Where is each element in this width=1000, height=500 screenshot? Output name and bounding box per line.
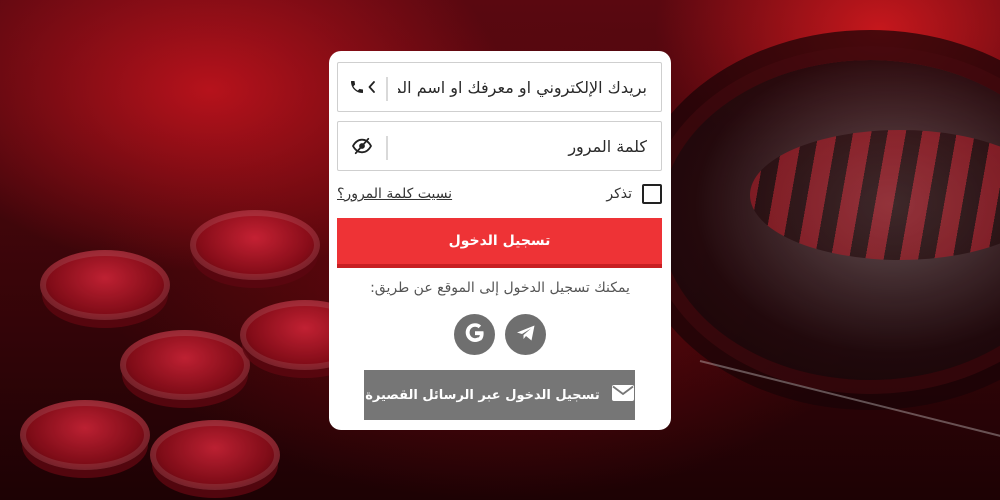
password-field	[337, 121, 662, 171]
envelope-icon	[611, 385, 634, 405]
field-divider	[386, 136, 388, 160]
telegram-icon	[514, 321, 538, 349]
phone-icon	[349, 79, 365, 95]
google-icon	[462, 320, 488, 350]
sms-login-button[interactable]: تسجيل الدخول عبر الرسائل القصيرة	[364, 370, 635, 420]
telegram-login-button[interactable]	[505, 314, 546, 355]
casino-chip-image	[20, 400, 150, 470]
password-input[interactable]	[394, 122, 661, 170]
login-button[interactable]: تسجيل الدخول	[337, 218, 662, 268]
remember-checkbox[interactable]	[642, 184, 662, 204]
casino-chip-image	[150, 420, 280, 490]
login-input[interactable]	[394, 63, 661, 111]
eye-slash-icon	[351, 137, 373, 155]
login-card: نسيت كلمة المرور؟ تذكر تسجيل الدخول يمكن…	[329, 51, 671, 430]
google-login-button[interactable]	[454, 314, 495, 355]
login-field	[337, 62, 662, 112]
roulette-wheel-image	[660, 60, 1000, 380]
alt-login-text: يمكنك تسجيل الدخول إلى الموقع عن طريق:	[370, 280, 630, 296]
casino-chip-image	[120, 330, 250, 400]
remember-label: تذكر	[606, 186, 632, 202]
field-divider	[386, 77, 388, 101]
chevron-left-icon	[368, 81, 376, 93]
casino-chip-image	[40, 250, 170, 320]
sms-button-label: تسجيل الدخول عبر الرسائل القصيرة	[365, 387, 600, 403]
password-visibility-toggle[interactable]	[338, 122, 386, 170]
login-type-switch[interactable]	[338, 63, 386, 111]
social-login-row	[329, 314, 671, 356]
remember-row: نسيت كلمة المرور؟ تذكر	[337, 184, 662, 206]
forgot-password-link[interactable]: نسيت كلمة المرور؟	[337, 186, 452, 202]
casino-chip-image	[190, 210, 320, 280]
